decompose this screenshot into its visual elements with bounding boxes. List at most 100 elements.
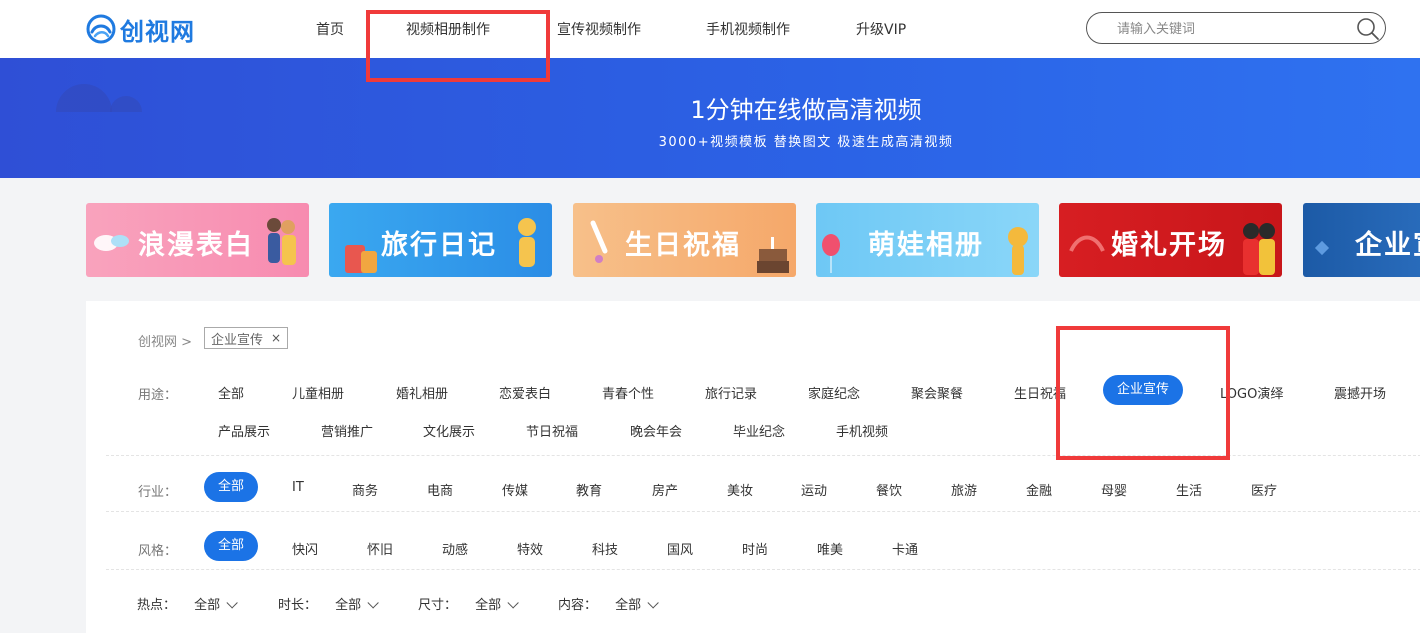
industry-option[interactable]: 餐饮 xyxy=(876,480,902,499)
chevron-down-icon xyxy=(367,597,379,609)
balloon-icon xyxy=(822,234,840,273)
style-option[interactable]: 卡通 xyxy=(892,539,918,558)
industry-option[interactable]: 商务 xyxy=(352,480,378,499)
card-label: 浪漫表白 xyxy=(138,230,254,261)
card-label: 婚礼开场 xyxy=(1111,230,1227,261)
couple-icon xyxy=(267,218,296,265)
industry-option[interactable]: IT xyxy=(292,480,304,495)
usage-option[interactable]: 全部 xyxy=(218,383,244,402)
industry-option[interactable]: 电商 xyxy=(427,480,453,499)
chevron-down-icon xyxy=(226,597,238,609)
usage-option[interactable]: 聚会聚餐 xyxy=(911,383,963,402)
style-label: 风格： xyxy=(138,544,178,559)
card-birthday[interactable]: 生日祝福 xyxy=(573,203,796,277)
industry-label: 行业： xyxy=(138,485,178,500)
style-option-active[interactable]: 全部 xyxy=(204,531,259,561)
industry-option-active[interactable]: 全部 xyxy=(204,472,259,502)
industry-option[interactable]: 美妆 xyxy=(727,480,753,499)
style-option[interactable]: 特效 xyxy=(517,539,543,558)
giraffe-icon xyxy=(1008,227,1028,275)
dropdown-label: 热点： xyxy=(137,598,177,613)
industry-option[interactable]: 生活 xyxy=(1176,480,1202,499)
card-baby[interactable]: 萌娃相册 xyxy=(816,203,1039,277)
style-option[interactable]: 唯美 xyxy=(817,539,843,558)
traveler-icon xyxy=(518,218,536,267)
annotation-box-nav xyxy=(366,10,550,82)
style-option[interactable]: 时尚 xyxy=(742,539,768,558)
card-label: 生日祝福 xyxy=(625,230,741,261)
industry-option[interactable]: 母婴 xyxy=(1101,480,1127,499)
ribbon-icon xyxy=(1069,235,1105,252)
dropdown-label: 时长： xyxy=(278,598,318,613)
nav-promo-video[interactable]: 宣传视频制作 xyxy=(557,19,641,39)
divider xyxy=(106,569,1420,570)
usage-option[interactable]: 儿童相册 xyxy=(292,383,344,402)
top-header: 创视网 首页 视频相册制作 宣传视频制作 手机视频制作 升级VIP xyxy=(0,0,1420,58)
usage-option[interactable]: 震撼开场 xyxy=(1334,383,1386,402)
banner-subtitle: 3000+视频模板 替换图文 极速生成高清视频 xyxy=(658,135,954,150)
dropdown-label: 内容： xyxy=(558,598,598,613)
usage-option[interactable]: 青春个性 xyxy=(602,383,654,402)
dropdown-value: 全部 xyxy=(335,598,362,613)
style-option[interactable]: 科技 xyxy=(592,539,618,558)
nav-home[interactable]: 首页 xyxy=(316,19,344,39)
industry-option[interactable]: 房产 xyxy=(652,480,678,499)
sparkle-icon xyxy=(1314,240,1330,256)
nav-upgrade-vip[interactable]: 升级VIP xyxy=(856,19,906,39)
logo-text: 创视网 xyxy=(120,17,195,46)
search-icon[interactable] xyxy=(1355,16,1381,42)
card-wedding[interactable]: 婚礼开场 xyxy=(1059,203,1282,277)
search-input[interactable] xyxy=(1117,19,1337,39)
search-box xyxy=(1086,12,1386,44)
hotspot-dropdown[interactable]: 热点： 全部 xyxy=(137,594,238,613)
chevron-down-icon xyxy=(507,597,519,609)
candle-icon xyxy=(590,220,608,263)
breadcrumb-tag: 企业宣传 × xyxy=(204,327,289,349)
card-label: 企业宣 xyxy=(1355,230,1420,261)
card-romantic[interactable]: 浪漫表白 xyxy=(86,203,309,277)
usage-option[interactable]: 晚会年会 xyxy=(630,421,682,440)
logo-icon xyxy=(86,14,116,44)
industry-option[interactable]: 金融 xyxy=(1026,480,1052,499)
usage-option[interactable]: 产品展示 xyxy=(218,421,270,440)
industry-option[interactable]: 医疗 xyxy=(1251,480,1277,499)
dropdown-label: 尺寸： xyxy=(418,598,458,613)
usage-option[interactable]: 文化展示 xyxy=(423,421,475,440)
usage-option[interactable]: 家庭纪念 xyxy=(808,383,860,402)
usage-option[interactable]: 恋爱表白 xyxy=(499,383,551,402)
style-option[interactable]: 快闪 xyxy=(292,539,318,558)
site-logo[interactable]: 创视网 xyxy=(86,13,195,46)
usage-option[interactable]: 毕业纪念 xyxy=(733,421,785,440)
wing-icon xyxy=(94,235,129,251)
luggage-icon xyxy=(345,245,377,273)
industry-option[interactable]: 运动 xyxy=(801,480,827,499)
close-icon[interactable]: × xyxy=(271,331,281,345)
style-option[interactable]: 国风 xyxy=(667,539,693,558)
usage-option[interactable]: 旅行记录 xyxy=(705,383,757,402)
usage-label: 用途： xyxy=(138,388,178,403)
card-travel[interactable]: 旅行日记 xyxy=(329,203,552,277)
chevron-down-icon xyxy=(647,597,659,609)
usage-option[interactable]: 营销推广 xyxy=(321,421,373,440)
breadcrumb-root[interactable]: 创视网 > xyxy=(138,331,192,350)
usage-option[interactable]: 手机视频 xyxy=(836,421,888,440)
size-dropdown[interactable]: 尺寸： 全部 xyxy=(418,594,519,613)
style-option[interactable]: 动感 xyxy=(442,539,468,558)
nav-mobile-video[interactable]: 手机视频制作 xyxy=(706,19,790,39)
usage-option[interactable]: 婚礼相册 xyxy=(396,383,448,402)
divider xyxy=(106,511,1420,512)
content-dropdown[interactable]: 内容： 全部 xyxy=(558,594,659,613)
industry-option[interactable]: 教育 xyxy=(576,480,602,499)
duration-dropdown[interactable]: 时长： 全部 xyxy=(278,594,379,613)
card-label: 萌娃相册 xyxy=(868,230,984,261)
banner-title: 1分钟在线做高清视频 xyxy=(690,96,922,124)
style-option[interactable]: 怀旧 xyxy=(367,539,393,558)
cake-icon xyxy=(757,237,789,273)
breadcrumb-tag-label: 企业宣传 xyxy=(211,332,264,348)
hero-banner: 1分钟在线做高清视频 3000+视频模板 替换图文 极速生成高清视频 xyxy=(0,58,1420,178)
usage-option[interactable]: 节日祝福 xyxy=(526,421,578,440)
industry-option[interactable]: 传媒 xyxy=(502,480,528,499)
card-enterprise[interactable]: 企业宣 xyxy=(1303,203,1420,277)
industry-option[interactable]: 旅游 xyxy=(951,480,977,499)
card-label: 旅行日记 xyxy=(381,230,497,261)
